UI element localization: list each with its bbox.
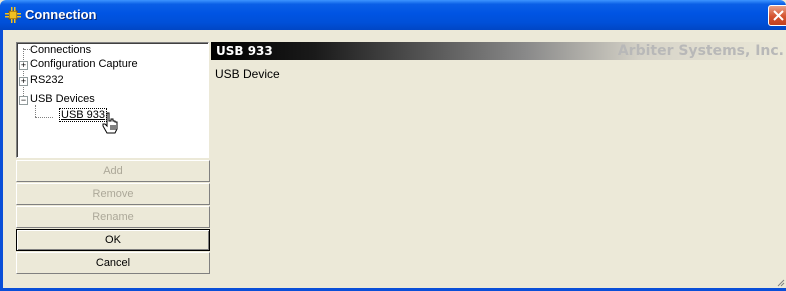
hand-cursor-icon <box>102 112 118 134</box>
tree-item-usb-933[interactable]: USB 933 <box>58 108 108 122</box>
tree-item-label: Configuration Capture <box>30 58 138 70</box>
window-title: Connection <box>25 7 97 22</box>
tree-item-usb-devices[interactable]: USB Devices <box>30 93 95 106</box>
tree-line <box>35 105 36 117</box>
resize-grip-icon[interactable] <box>775 277 785 287</box>
ok-button[interactable]: OK <box>16 229 210 251</box>
tree-item-connections[interactable]: Connections <box>30 44 91 57</box>
collapse-minus-icon[interactable]: − <box>19 96 28 105</box>
cancel-button[interactable]: Cancel <box>16 252 210 274</box>
connection-window: Connection Connections + Configuration C… <box>0 0 786 291</box>
company-name: Arbiter Systems, Inc. <box>617 43 784 59</box>
close-button[interactable] <box>768 5 786 26</box>
tree-item-label: Connections <box>30 44 92 56</box>
close-icon <box>773 10 784 21</box>
connection-plug-icon <box>5 7 21 23</box>
title-bar[interactable]: Connection <box>0 0 786 30</box>
tree-item-label: RS232 <box>30 74 64 86</box>
tree-item-label: USB 933 <box>58 108 108 122</box>
connection-tree[interactable]: Connections + Configuration Capture + RS… <box>16 42 209 158</box>
tree-item-configuration-capture[interactable]: Configuration Capture <box>30 58 138 71</box>
device-type: USB Device <box>215 67 280 81</box>
window-frame-left <box>0 30 3 291</box>
device-name: USB 933 <box>216 44 273 58</box>
tree-item-rs232[interactable]: RS232 <box>30 74 64 87</box>
remove-button[interactable]: Remove <box>16 183 210 205</box>
rename-button[interactable]: Rename <box>16 206 210 228</box>
add-button[interactable]: Add <box>16 160 210 182</box>
expand-plus-icon[interactable]: + <box>19 77 28 86</box>
tree-line <box>35 117 53 118</box>
tree-item-label: USB Devices <box>30 93 95 105</box>
tree-line <box>23 48 24 100</box>
device-header: USB 933 Arbiter Systems, Inc. <box>211 42 786 60</box>
expand-plus-icon[interactable]: + <box>19 61 28 70</box>
